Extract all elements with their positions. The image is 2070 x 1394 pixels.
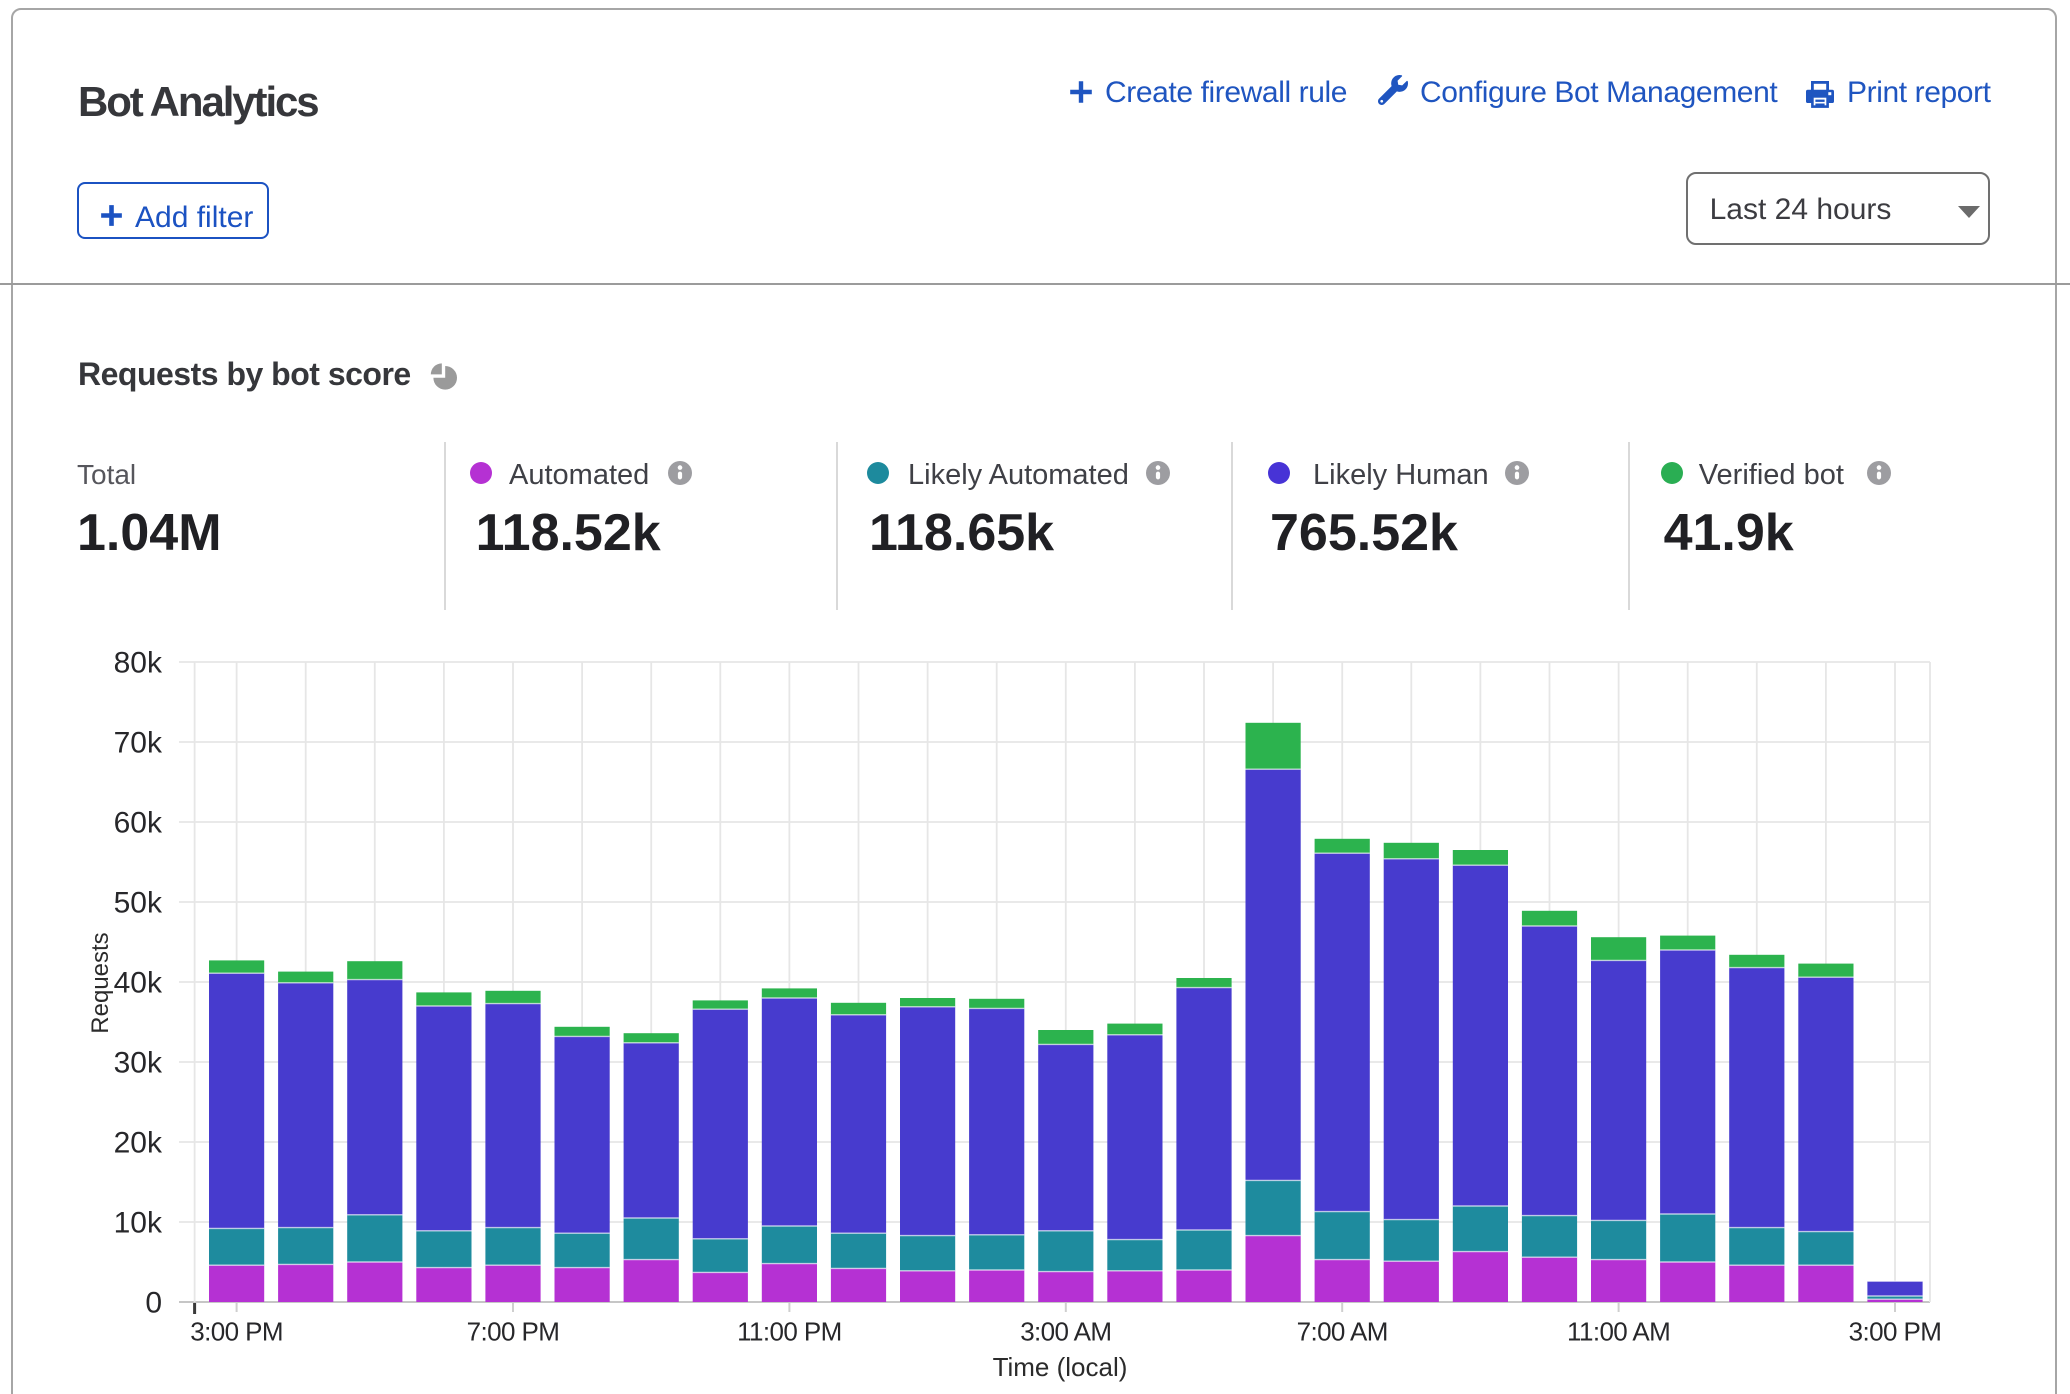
svg-text:50k: 50k (114, 887, 163, 920)
svg-text:80k: 80k (114, 647, 163, 680)
svg-text:60k: 60k (114, 807, 163, 840)
svg-text:Time (local): Time (local) (993, 1352, 1128, 1382)
svg-text:7:00 AM: 7:00 AM (1297, 1317, 1388, 1347)
svg-text:20k: 20k (114, 1127, 163, 1160)
svg-text:11:00 AM: 11:00 AM (1567, 1317, 1670, 1347)
svg-text:40k: 40k (114, 967, 163, 1000)
svg-text:Requests: Requests (87, 932, 114, 1033)
svg-text:10k: 10k (114, 1207, 163, 1240)
svg-text:70k: 70k (114, 727, 163, 760)
svg-text:30k: 30k (114, 1047, 163, 1080)
svg-text:11:00 PM: 11:00 PM (737, 1317, 842, 1347)
svg-text:3:00 AM: 3:00 AM (1020, 1317, 1111, 1347)
svg-text:7:00 PM: 7:00 PM (467, 1317, 560, 1347)
svg-text:3:00 PM: 3:00 PM (1849, 1317, 1942, 1347)
svg-text:0: 0 (145, 1287, 162, 1320)
svg-text:3:00 PM: 3:00 PM (190, 1317, 283, 1347)
